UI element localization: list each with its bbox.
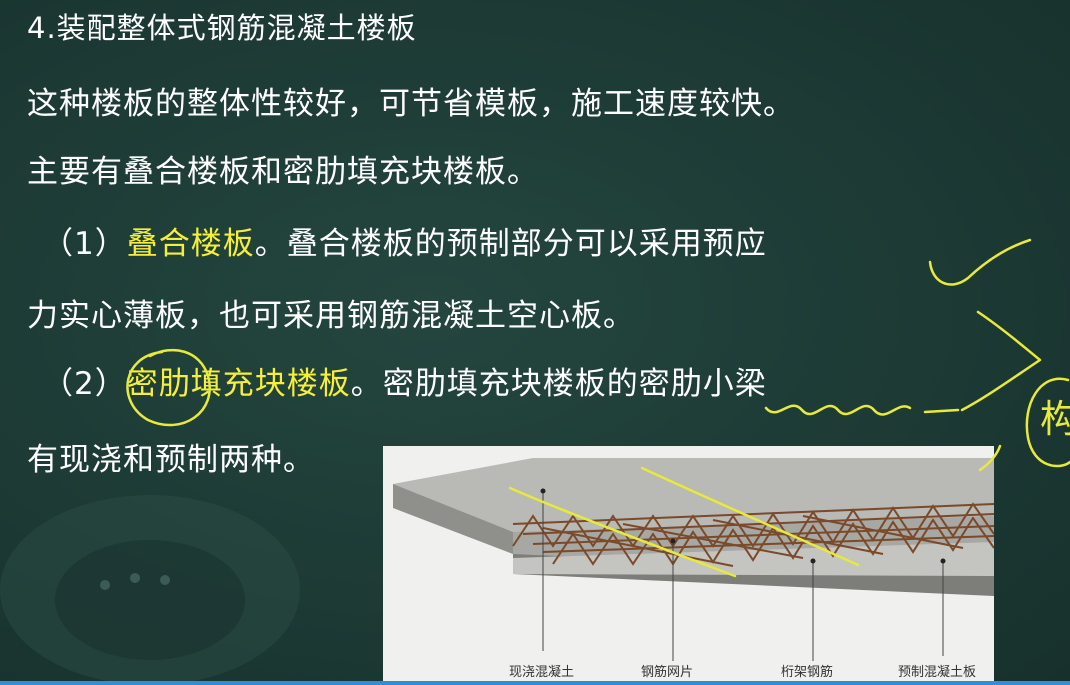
ink-circle-right	[1025, 377, 1070, 468]
caption-steel-mesh: 钢筋网片	[641, 664, 693, 680]
item-2-text: 。密肋填充块楼板的密肋小梁	[350, 366, 767, 402]
item-2-term: 密肋填充块楼板	[126, 366, 351, 402]
item-1-term: 叠合楼板	[126, 226, 255, 262]
ink-underline-tail	[923, 408, 960, 414]
body-line-4: 力实心薄板，也可采用钢筋混凝土空心板。	[27, 298, 635, 334]
slab-illustration: 现浇混凝土 钢筋网片 桁架钢筋 预制混凝土板	[393, 458, 994, 680]
slide-title: 4.装配整体式钢筋混凝土楼板	[27, 11, 417, 45]
body-line-6: 有现浇和预制两种。	[27, 442, 315, 478]
caption-precast-slab: 预制混凝土板	[898, 664, 976, 680]
body-line-3: （1）叠合楼板。叠合楼板的预制部分可以采用预应	[42, 224, 767, 264]
floor-slab-figure: 现浇混凝土 钢筋网片 桁架钢筋 预制混凝土板	[383, 446, 994, 685]
body-line-1: 这种楼板的整体性较好，可节省模板，施工速度较快。	[27, 86, 795, 122]
ink-character: 构	[1040, 397, 1070, 441]
ink-checkmark	[928, 238, 1032, 286]
lecture-slide: 4.装配整体式钢筋混凝土楼板 这种楼板的整体性较好，可节省模板，施工速度较快。 …	[0, 0, 1070, 685]
ink-wavy-underline	[764, 404, 912, 416]
item-2-number: （2）	[42, 366, 127, 402]
mascot-watermark	[0, 495, 300, 685]
body-line-2: 主要有叠合楼板和密肋填充块楼板。	[27, 154, 539, 190]
bottom-progress-bar	[0, 681, 1070, 685]
body-line-5: （2）密肋填充块楼板。密肋填充块楼板的密肋小梁	[42, 364, 767, 404]
item-1-text: 。叠合楼板的预制部分可以采用预应	[254, 226, 767, 262]
item-1-number: （1）	[42, 226, 127, 262]
ink-brace	[960, 310, 1042, 412]
caption-cast-concrete: 现浇混凝土	[509, 664, 574, 680]
caption-truss-rebar: 桁架钢筋	[781, 664, 833, 680]
